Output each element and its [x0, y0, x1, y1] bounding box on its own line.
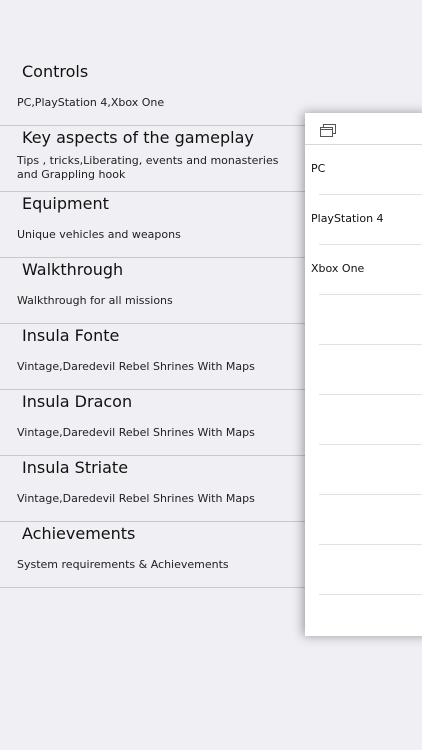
menu-item-title: Walkthrough [22, 260, 124, 279]
windows-icon[interactable] [320, 122, 336, 137]
menu-item-title: Controls [22, 62, 89, 81]
platform-side-panel: PC PlayStation 4 Xbox One [305, 113, 422, 636]
menu-item-subtitle: Tips , tricks,Liberating, events and mon… [17, 154, 279, 181]
panel-header [305, 113, 422, 145]
panel-row-empty [319, 445, 422, 495]
menu-item-title: Insula Dracon [22, 392, 133, 411]
menu-item-title: Achievements [22, 524, 136, 543]
panel-row-empty [319, 495, 422, 545]
menu-item-subtitle: Walkthrough for all missions [17, 294, 173, 307]
menu-item-subtitle: Vintage,Daredevil Rebel Shrines With Map… [17, 360, 255, 373]
menu-item-title: Insula Fonte [22, 326, 120, 345]
menu-item-title: Equipment [22, 194, 109, 213]
menu-item-subtitle: Unique vehicles and weapons [17, 228, 181, 241]
menu-item-title: Insula Striate [22, 458, 129, 477]
panel-row-empty [319, 295, 422, 345]
panel-row-playstation[interactable]: PlayStation 4 [311, 195, 422, 245]
menu-item-subtitle: Vintage,Daredevil Rebel Shrines With Map… [17, 426, 255, 439]
panel-row-xbox[interactable]: Xbox One [311, 245, 422, 295]
panel-row-pc[interactable]: PC [311, 145, 422, 195]
panel-row-label: PC [311, 162, 326, 175]
panel-row-label: PlayStation 4 [311, 212, 384, 225]
menu-item-title: Key aspects of the gameplay [22, 128, 254, 147]
panel-row-label: Xbox One [311, 262, 365, 275]
menu-item-subtitle: Vintage,Daredevil Rebel Shrines With Map… [17, 492, 255, 505]
panel-row-empty [319, 395, 422, 445]
menu-item-subtitle: System requirements & Achievements [17, 558, 229, 571]
panel-row-empty [319, 345, 422, 395]
menu-item-subtitle: PC,PlayStation 4,Xbox One [17, 96, 165, 109]
panel-row-empty [319, 545, 422, 595]
